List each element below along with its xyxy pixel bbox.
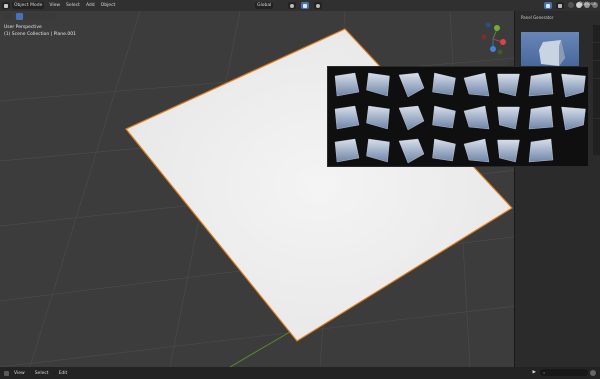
panel-thumbnail[interactable] xyxy=(334,72,360,97)
pivot-icon xyxy=(290,3,294,8)
panel-thumbnail[interactable] xyxy=(432,138,456,162)
3d-viewport[interactable]: User Perspective (1) Scene Collection | … xyxy=(0,11,600,367)
menu-add[interactable]: Add xyxy=(86,3,95,8)
play-button[interactable]: ▶ xyxy=(530,369,538,376)
select-tool-icon[interactable] xyxy=(4,13,11,20)
sidebar-tabs xyxy=(593,25,600,159)
panel-thumbnail[interactable] xyxy=(366,72,390,97)
shading-wire-icon[interactable] xyxy=(568,2,574,8)
viewport-collection-label: (1) Scene Collection | Plane.001 xyxy=(4,32,76,37)
footer-menu-edit[interactable]: Edit xyxy=(59,371,68,376)
panel-generator-title[interactable]: Panel Generator xyxy=(521,15,600,20)
cube-icon xyxy=(4,3,8,8)
select-intersect-icon[interactable] xyxy=(48,13,55,20)
status-bar: View Select Edit ▶ ⌕ xyxy=(0,367,600,379)
search-icon: ⌕ xyxy=(543,370,546,375)
transform-orientation[interactable]: Global xyxy=(255,2,274,9)
proportional-icon xyxy=(316,3,320,8)
panel-thumbnail[interactable] xyxy=(528,138,554,163)
tool-settings-row xyxy=(4,13,55,20)
settings-icon[interactable] xyxy=(590,369,596,376)
panel-thumbnail[interactable] xyxy=(432,105,456,129)
magnet-icon xyxy=(303,3,307,8)
sidebar-tab-item[interactable] xyxy=(593,25,600,43)
sidebar-panel: Options Panel Generator xyxy=(514,2,600,367)
panel-thumbnail[interactable] xyxy=(398,72,425,98)
panel-preview-gallery xyxy=(327,66,589,167)
mode-selector[interactable]: Object Mode xyxy=(12,2,45,9)
panel-thumbnail[interactable] xyxy=(366,138,390,163)
footer-right: ▶ ⌕ xyxy=(530,369,596,376)
panel-thumbnail[interactable] xyxy=(463,138,490,163)
snap-button[interactable] xyxy=(301,2,309,9)
viewport-canvas xyxy=(0,11,600,367)
menu-view[interactable]: View xyxy=(49,3,60,8)
mouse-icon xyxy=(4,370,9,376)
menu-select[interactable]: Select xyxy=(66,3,80,8)
panel-thumbnail[interactable] xyxy=(528,105,554,130)
panel-thumbnail[interactable] xyxy=(497,139,520,163)
panel-thumbnail[interactable] xyxy=(398,138,425,164)
panel-thumbnail[interactable] xyxy=(528,72,554,97)
sidebar-tab-tool[interactable] xyxy=(593,43,600,61)
xray-icon xyxy=(558,3,562,8)
menu-object[interactable]: Object xyxy=(101,3,116,8)
viewport-perspective-label: User Perspective xyxy=(4,25,42,30)
panel-thumbnail[interactable] xyxy=(463,72,490,97)
proportional-edit-button[interactable] xyxy=(314,2,322,9)
panel-thumbnail[interactable] xyxy=(334,105,360,130)
panel-thumbnail[interactable] xyxy=(561,106,586,131)
orientation-label: Global xyxy=(257,3,272,8)
panel-thumbnail[interactable] xyxy=(366,105,390,130)
mode-label: Object Mode xyxy=(14,3,43,8)
header-bar: Object Mode View Select Add Object Globa… xyxy=(0,0,600,11)
panel-thumbnail[interactable] xyxy=(432,72,456,96)
select-invert-icon[interactable] xyxy=(40,13,47,20)
select-extend-icon[interactable] xyxy=(24,13,31,20)
gallery-grid xyxy=(334,72,586,164)
navigation-gizmo[interactable] xyxy=(481,22,507,55)
footer-menu-view[interactable]: View xyxy=(14,371,25,376)
panel-thumbnail[interactable] xyxy=(398,105,425,131)
overlay-button[interactable] xyxy=(544,2,552,9)
y-axis-line xyxy=(229,328,296,367)
options-button[interactable]: Options xyxy=(579,2,596,7)
editor-type-button[interactable] xyxy=(2,2,10,9)
panel-thumbnail[interactable] xyxy=(334,138,360,163)
panel-thumbnail[interactable] xyxy=(497,73,520,97)
xray-button[interactable] xyxy=(556,2,564,9)
footer-menu-select[interactable]: Select xyxy=(35,371,49,376)
select-box-icon[interactable] xyxy=(16,13,23,20)
sidebar-tab-photographer[interactable] xyxy=(593,79,600,119)
sidebar-tab-view[interactable] xyxy=(593,61,600,79)
search-field[interactable]: ⌕ xyxy=(540,369,588,376)
sidebar-tab-blenderkit[interactable] xyxy=(593,119,600,159)
panel-thumbnail[interactable] xyxy=(561,73,586,98)
blender-window: Object Mode View Select Add Object Globa… xyxy=(0,0,600,379)
pivot-button[interactable] xyxy=(288,2,296,9)
select-subtract-icon[interactable] xyxy=(32,13,39,20)
panel-thumbnail[interactable] xyxy=(497,106,520,130)
panel-thumbnail[interactable] xyxy=(463,105,490,130)
overlay-icon xyxy=(546,3,550,8)
